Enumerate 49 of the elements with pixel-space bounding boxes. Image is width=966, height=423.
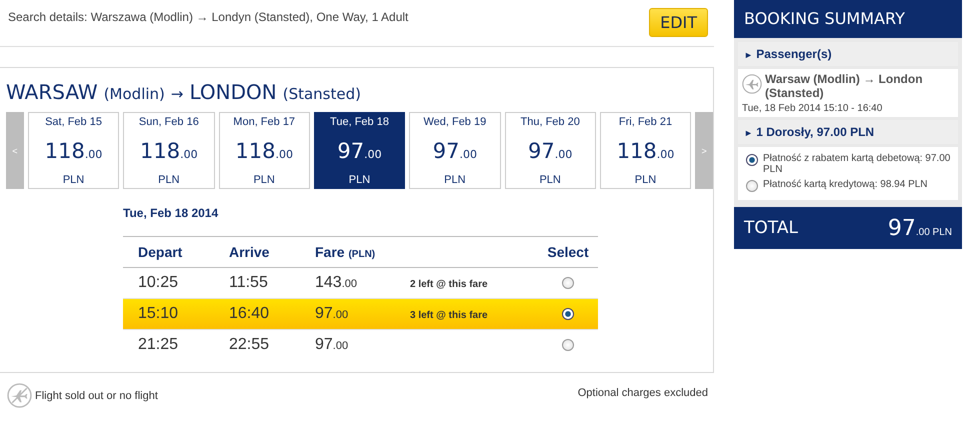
arrive-time: 22:55 (229, 336, 270, 354)
flight-radio[interactable] (562, 277, 574, 289)
column-header: Fare (315, 244, 345, 260)
total-label: TOTAL (744, 218, 798, 238)
date-fare-tab[interactable]: Thu, Feb 20 97.00 PLN (504, 112, 596, 189)
flight-date: Tue, Feb 18 2014 (123, 206, 220, 220)
plane-icon (742, 74, 762, 94)
date-fare-tab[interactable]: Mon, Feb 17 118.00 PLN (218, 112, 310, 189)
total-amount: 97.00 PLN (888, 216, 952, 240)
destination-city: LONDON (189, 80, 277, 104)
route-arrow: → (170, 85, 184, 103)
search-details: Search details: Warszawa (Modlin) → Londyn (Stansted), One Way, 1 Adult (8, 10, 408, 24)
destination-airport: (Stansted) (282, 85, 361, 103)
fare-price: 97.00 (315, 305, 350, 323)
date-fare-tab[interactable]: Tue, Feb 18 97.00 PLN (314, 112, 406, 189)
charges-note: Optional charges excluded (578, 386, 708, 398)
depart-time: 15:10 (137, 305, 180, 323)
column-header: Arrive (229, 244, 270, 260)
payment-option: Płatność z rabatem kartą debetową: 97.00 PLN (763, 153, 954, 175)
origin-city: WARSAW (6, 80, 98, 104)
summary-title: BOOKING SUMMARY (734, 0, 962, 38)
fare-price: 97.00 (315, 336, 350, 354)
flight-radio[interactable] (562, 339, 574, 351)
payment-radio[interactable] (746, 180, 758, 192)
arrive-time: 11:55 (229, 274, 269, 292)
depart-time: 21:25 (137, 336, 180, 354)
date-fare-tab[interactable]: Fri, Feb 21 118.00 PLN (600, 112, 692, 189)
arrive-time: 16:40 (229, 305, 270, 323)
payment-radio[interactable] (746, 154, 758, 166)
origin-airport: (Modlin) (104, 85, 165, 103)
edit-button[interactable]: EDIT (649, 8, 708, 37)
seats-left: 3 left @ this fare (410, 310, 488, 321)
legend-text: Flight sold out or no flight (35, 390, 158, 402)
date-fare-tab[interactable]: Wed, Feb 19 97.00 PLN (409, 112, 500, 189)
column-header: Select (546, 244, 590, 260)
column-header: Depart (137, 244, 184, 260)
summary-time: Tue, 18 Feb 2014 15:10 - 16:40 (742, 103, 884, 114)
flight-radio[interactable] (562, 308, 574, 320)
passengers-toggle[interactable]: ► Passenger(s) (738, 42, 958, 66)
seats-left: 2 left @ this fare (410, 279, 488, 290)
fare-toggle[interactable]: ► 1 Dorosły, 97.00 PLN (738, 120, 958, 144)
fare-price: 143.00 (315, 274, 358, 292)
fare-unit: (PLN) (348, 249, 376, 260)
summary-route: Warsaw (Modlin) → London (Stansted) (765, 72, 924, 100)
payment-option: Płatność kartą kredytową: 98.94 PLN (763, 179, 928, 190)
depart-time: 10:25 (137, 274, 180, 292)
date-fare-tab[interactable]: Sun, Feb 16 118.00 PLN (123, 112, 215, 189)
crossed-plane-icon (7, 383, 32, 408)
date-fare-tab[interactable]: Sat, Feb 15 118.00 PLN (28, 112, 120, 189)
